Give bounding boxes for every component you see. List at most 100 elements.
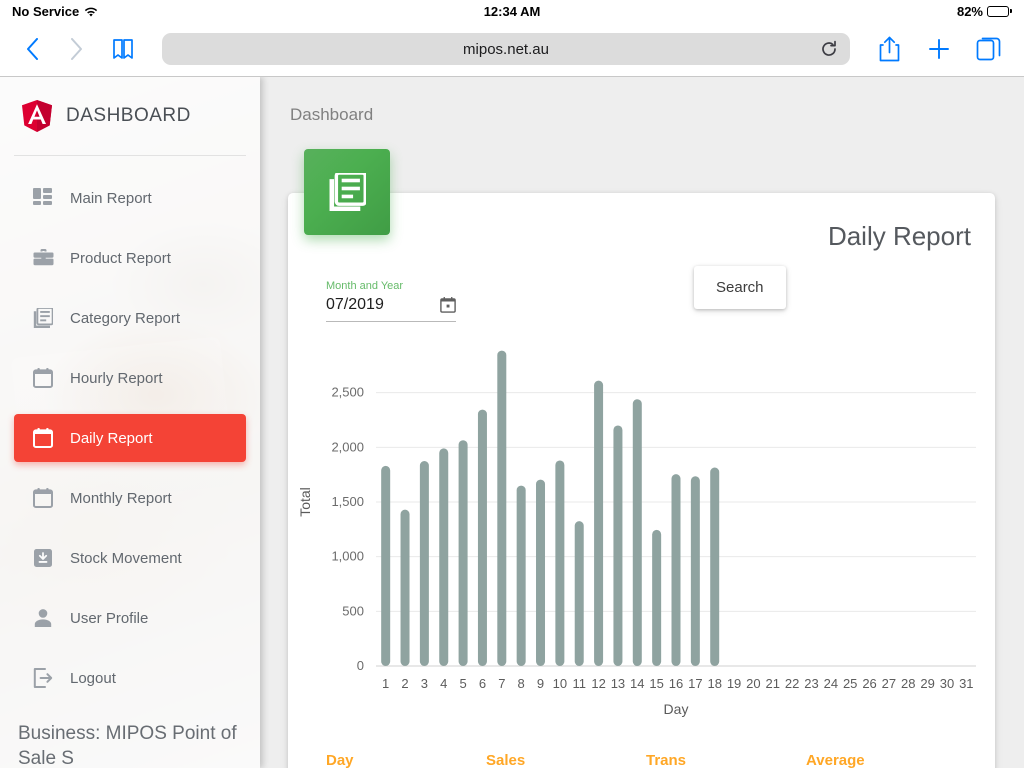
forward-button[interactable]	[58, 31, 94, 67]
sidebar-item-logout[interactable]: Logout	[14, 654, 246, 702]
svg-text:20: 20	[746, 676, 760, 691]
table-header-day[interactable]: Day	[326, 752, 486, 768]
reload-button[interactable]	[820, 40, 838, 58]
daily-report-card: Daily Report Month and Year 07/2019 Sear…	[288, 149, 995, 768]
svg-text:22: 22	[785, 676, 799, 691]
breadcrumb: Dashboard	[290, 105, 374, 124]
battery-icon	[987, 5, 1012, 17]
new-tab-button[interactable]	[918, 31, 960, 67]
calendar-picker-icon[interactable]	[440, 297, 456, 313]
search-button[interactable]: Search	[694, 266, 786, 309]
svg-text:10: 10	[553, 676, 567, 691]
article-list-icon	[329, 173, 366, 211]
svg-text:9: 9	[537, 676, 544, 691]
svg-text:2: 2	[401, 676, 408, 691]
url-text: mipos.net.au	[463, 40, 549, 58]
business-name-label: Business: MIPOS Point of Sale S	[18, 722, 237, 768]
sidebar-brand[interactable]: DASHBOARD	[0, 77, 260, 155]
sidebar-footer: Business: MIPOS Point of Sale S	[0, 721, 260, 768]
sidebar-nav: Main Report Product Report Category Repo…	[0, 174, 260, 702]
table-header-average[interactable]: Average	[806, 752, 966, 768]
main-content: Dashboard Daily Report Month and Year 07…	[260, 77, 1024, 768]
sidebar-item-stock-movement[interactable]: Stock Movement	[14, 534, 246, 582]
sidebar-item-label: Monthly Report	[70, 489, 172, 507]
ios-status-bar: No Service 12:34 AM 82%	[0, 0, 1024, 22]
month-year-field[interactable]: Month and Year 07/2019	[326, 280, 456, 322]
chevron-right-icon	[70, 38, 82, 60]
svg-text:1,500: 1,500	[331, 494, 364, 509]
tabs-button[interactable]	[968, 31, 1010, 67]
sidebar-item-label: User Profile	[70, 609, 149, 627]
svg-text:4: 4	[440, 676, 447, 691]
angular-logo-icon	[22, 100, 52, 132]
sidebar-item-category-report[interactable]: Category Report	[14, 294, 246, 342]
svg-text:3: 3	[421, 676, 428, 691]
sidebar-divider	[14, 155, 246, 156]
svg-text:11: 11	[572, 676, 586, 691]
daily-report-chart: 0 500 1,000 1,500 2,000 2,500 Total 1 2 3 4 5 6 7 8 9 10…	[288, 324, 995, 744]
svg-text:1,000: 1,000	[331, 549, 364, 564]
address-bar[interactable]: mipos.net.au	[162, 33, 850, 65]
svg-text:500: 500	[342, 603, 364, 618]
table-header-trans[interactable]: Trans	[646, 752, 806, 768]
svg-text:28: 28	[901, 676, 915, 691]
svg-text:27: 27	[882, 676, 896, 691]
svg-text:23: 23	[804, 676, 818, 691]
svg-text:26: 26	[862, 676, 876, 691]
month-year-input[interactable]: 07/2019	[326, 296, 384, 314]
page-title: Daily Report	[827, 221, 971, 251]
plus-icon	[929, 39, 949, 59]
sidebar-item-label: Daily Report	[70, 429, 153, 447]
svg-text:25: 25	[843, 676, 857, 691]
card-header-icon	[304, 149, 390, 235]
sidebar: DASHBOARD Main Report Product Report Cat…	[0, 77, 260, 768]
dashboard-grid-icon	[32, 187, 54, 209]
svg-text:2,500: 2,500	[331, 385, 364, 400]
battery-percent-label: 82%	[956, 3, 983, 19]
svg-text:29: 29	[920, 676, 934, 691]
svg-text:5: 5	[459, 676, 466, 691]
svg-text:15: 15	[649, 676, 663, 691]
svg-text:19: 19	[727, 676, 741, 691]
svg-text:6: 6	[479, 676, 486, 691]
sidebar-item-label: Stock Movement	[70, 549, 182, 567]
svg-text:14: 14	[630, 676, 644, 691]
svg-text:30: 30	[940, 676, 954, 691]
logout-icon	[32, 667, 54, 689]
back-button[interactable]	[14, 31, 50, 67]
status-left: No Service	[12, 4, 98, 19]
sidebar-item-daily-report[interactable]: Daily Report	[14, 414, 246, 462]
svg-text:2,000: 2,000	[331, 439, 364, 454]
status-right: 82%	[957, 4, 1012, 19]
sidebar-item-label: Logout	[70, 669, 116, 687]
bookmarks-button[interactable]	[102, 31, 144, 67]
svg-text:Day: Day	[664, 701, 689, 717]
svg-text:21: 21	[766, 676, 780, 691]
book-icon	[113, 39, 133, 59]
sidebar-item-hourly-report[interactable]: Hourly Report	[14, 354, 246, 402]
sidebar-item-label: Main Report	[70, 189, 152, 207]
share-icon	[879, 36, 899, 62]
sidebar-item-label: Category Report	[70, 309, 181, 327]
sidebar-item-product-report[interactable]: Product Report	[14, 234, 246, 282]
sidebar-item-main-report[interactable]: Main Report	[14, 174, 246, 222]
table-header-sales[interactable]: Sales	[486, 752, 646, 768]
sidebar-item-label: Product Report	[70, 249, 171, 267]
article-list-icon	[32, 307, 54, 329]
share-button[interactable]	[868, 31, 910, 67]
box-download-icon	[32, 547, 54, 569]
sidebar-item-label: Hourly Report	[70, 369, 163, 387]
calendar-icon	[32, 487, 54, 509]
svg-text:18: 18	[707, 676, 721, 691]
svg-text:16: 16	[669, 676, 683, 691]
safari-toolbar: mipos.net.au	[0, 22, 1024, 77]
person-icon	[32, 607, 54, 629]
sidebar-title: DASHBOARD	[66, 105, 191, 126]
svg-text:12: 12	[591, 676, 605, 691]
month-year-label: Month and Year	[326, 280, 404, 292]
sidebar-item-monthly-report[interactable]: Monthly Report	[14, 474, 246, 522]
svg-text:1: 1	[382, 676, 389, 691]
svg-text:31: 31	[959, 676, 973, 691]
briefcase-icon	[32, 247, 54, 269]
sidebar-item-user-profile[interactable]: User Profile	[14, 594, 246, 642]
